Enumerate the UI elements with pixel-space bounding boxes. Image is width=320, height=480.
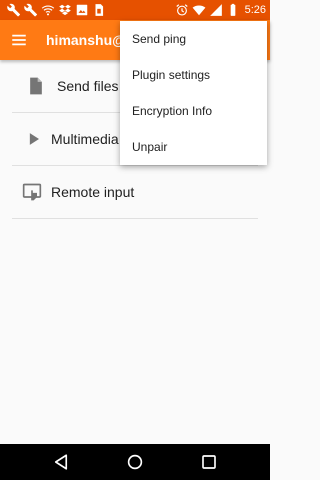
overflow-menu: Send ping Plugin settings Encryption Inf…	[120, 21, 267, 165]
send-files-label: Send files	[57, 78, 119, 94]
image-icon	[76, 4, 88, 16]
wifi-icon	[41, 5, 55, 16]
page-title: himanshu@	[46, 32, 126, 48]
status-time: 5:26	[244, 4, 266, 16]
wrench-icon	[7, 3, 21, 17]
sim-card-icon	[95, 4, 104, 16]
dropbox-icon	[59, 4, 71, 16]
send-ping-menu-item[interactable]: Send ping	[120, 21, 267, 57]
encryption-info-menu-item[interactable]: Encryption Info	[120, 93, 267, 129]
wifi-signal-icon	[192, 5, 205, 16]
navigation-bar	[0, 444, 270, 480]
remote-input-label: Remote input	[51, 184, 135, 200]
plugin-settings-menu-item[interactable]: Plugin settings	[120, 57, 267, 93]
alarm-icon	[175, 4, 188, 16]
home-icon[interactable]	[126, 453, 144, 471]
unpair-menu-item[interactable]: Unpair	[120, 129, 267, 165]
play-icon	[29, 133, 39, 145]
battery-icon	[230, 3, 235, 16]
cell-signal-icon	[209, 4, 222, 16]
multimedia-label: Multimedia	[51, 131, 119, 147]
back-icon[interactable]	[52, 453, 70, 471]
file-icon	[30, 77, 42, 95]
status-bar: 5:26	[0, 0, 270, 20]
recents-icon[interactable]	[200, 453, 218, 471]
remote-input-item[interactable]: Remote input	[12, 166, 258, 219]
hamburger-icon[interactable]	[10, 31, 28, 49]
wrench-icon	[24, 3, 38, 17]
touch-icon	[22, 183, 42, 201]
